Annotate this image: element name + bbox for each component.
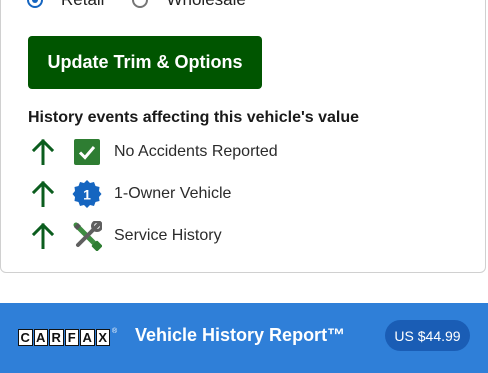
owner-badge-number: 1 bbox=[83, 187, 91, 203]
wholesale-radio-label[interactable]: Wholesale bbox=[166, 0, 245, 10]
carfax-logo: C A R F A X ® bbox=[18, 328, 117, 347]
wholesale-radio[interactable] bbox=[132, 0, 149, 8]
event-label: Service History bbox=[114, 227, 222, 244]
arrow-up-icon bbox=[30, 179, 56, 209]
history-event-row: Service History bbox=[30, 221, 222, 251]
history-event-row: 1 1-Owner Vehicle bbox=[30, 179, 231, 209]
owner-badge-icon: 1 bbox=[72, 179, 102, 209]
retail-radio-label[interactable]: Retail bbox=[61, 0, 104, 10]
update-trim-options-button[interactable]: Update Trim & Options bbox=[28, 36, 262, 89]
checkbox-check-icon bbox=[72, 137, 102, 167]
arrow-up-icon bbox=[30, 137, 56, 167]
history-events-heading: History events affecting this vehicle's … bbox=[28, 109, 360, 126]
event-label: No Accidents Reported bbox=[114, 143, 278, 160]
retail-radio[interactable] bbox=[27, 0, 43, 8]
arrow-up-icon bbox=[30, 221, 56, 251]
wrench-screwdriver-icon bbox=[72, 221, 102, 251]
vehicle-history-report-title[interactable]: Vehicle History Report™ bbox=[135, 325, 345, 346]
report-price-badge[interactable]: US $44.99 bbox=[385, 320, 470, 351]
price-type-selector: Retail Wholesale bbox=[27, 0, 274, 12]
event-label: 1-Owner Vehicle bbox=[114, 185, 232, 202]
history-event-row: No Accidents Reported bbox=[30, 137, 278, 167]
